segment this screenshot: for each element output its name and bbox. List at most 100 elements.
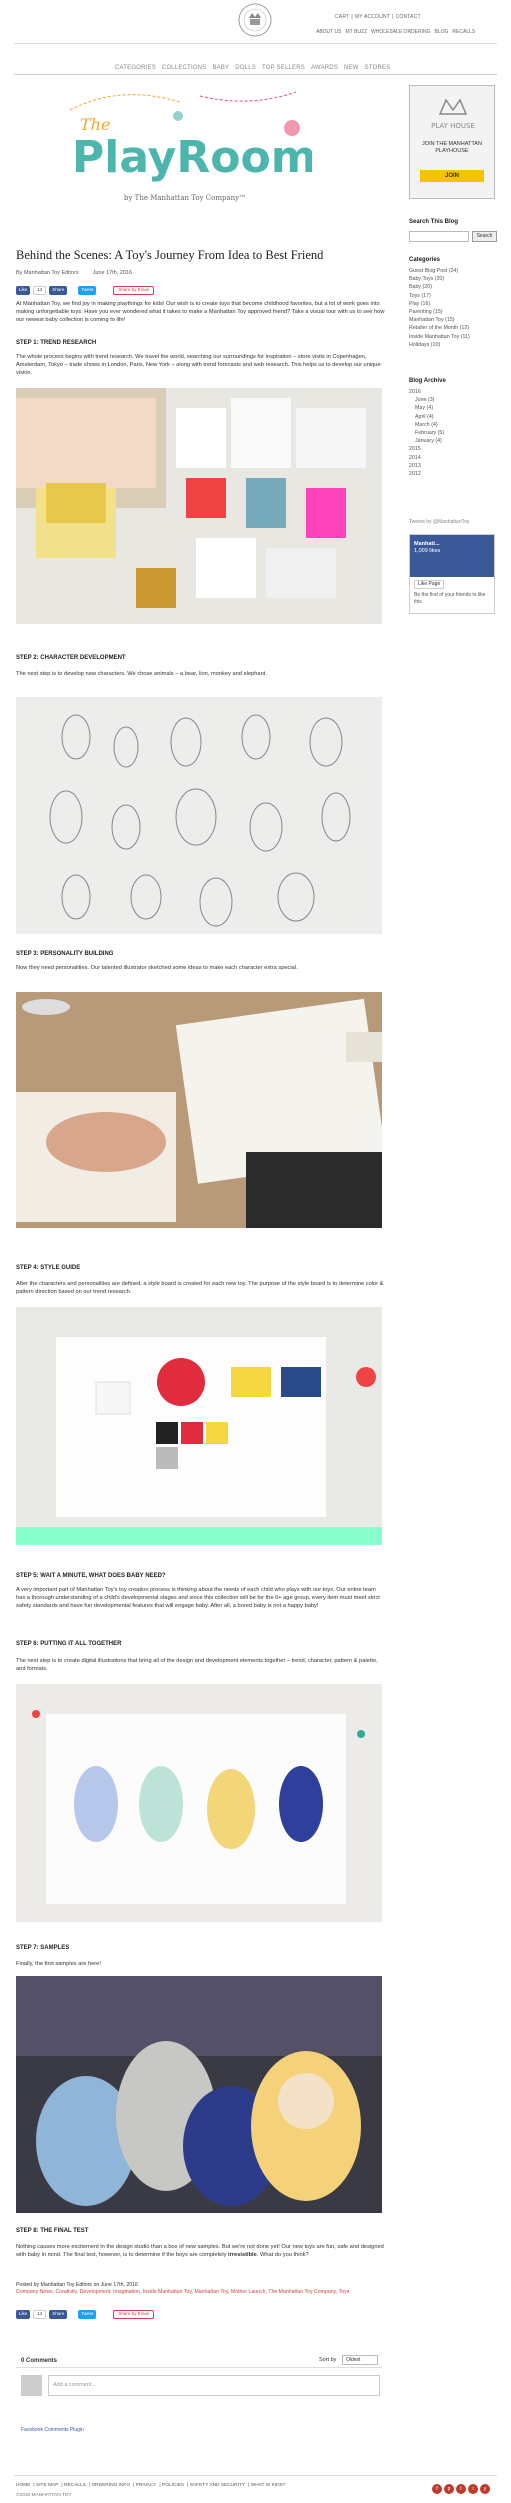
blog-search-input[interactable] [409, 231, 469, 242]
bottom-share-bar: Like 14 Share Tweet Share by Email [16, 2309, 154, 2320]
nav-dolls[interactable]: DOLLS [235, 65, 256, 71]
nav-collections[interactable]: COLLECTIONS [162, 65, 207, 71]
footer-sitemap[interactable]: SITE MAP [36, 2483, 58, 2488]
archive-year[interactable]: 2013 [409, 462, 444, 470]
pinterest-icon[interactable]: p [444, 2484, 454, 2494]
archive-year[interactable]: 2016 [409, 388, 444, 396]
nav-stores[interactable]: STORES [365, 65, 391, 71]
nav-categories[interactable]: CATEGORIES [115, 65, 156, 71]
categories-heading: Categories [409, 257, 441, 263]
playhouse-title: PLAY HOUSE [431, 122, 475, 130]
archive-month[interactable]: June (3) [409, 396, 444, 404]
category-item[interactable]: Baby Toys (20) [409, 275, 470, 283]
join-button[interactable]: JOIN [420, 170, 484, 182]
fb-like-button[interactable]: Like [16, 286, 31, 295]
instagram-icon[interactable]: i [468, 2484, 478, 2494]
about-link[interactable]: ABOUT US [316, 29, 341, 35]
digital-illustrations-photo [16, 1684, 382, 1922]
main-nav: CATEGORIES COLLECTIONS BABY DOLLS TOP SELLER… [112, 64, 393, 72]
post-date: June 17th, 2016 [92, 270, 133, 276]
wholesale-link[interactable]: WHOLESALE ORDERING [371, 29, 430, 35]
step2-heading: STEP 2: CHARACTER DEVELOPMENT [16, 655, 126, 661]
blog-link[interactable]: BLOG [435, 29, 449, 35]
social-links: f p t i y [432, 2484, 490, 2494]
irresistible-text: irresistible [228, 2251, 257, 2258]
recalls-link[interactable]: RECALLS [452, 29, 475, 35]
step7-text: Finally, the first samples are here! [16, 1961, 101, 1967]
playroom-blog-logo[interactable]: The PlayRoom by The Manhattan Toy Compan… [60, 88, 317, 208]
tweet-button-bottom[interactable]: Tweet [78, 2310, 97, 2319]
mtbuzz-link[interactable]: MT BUZZ [345, 29, 367, 35]
nav-top-sellers[interactable]: TOP SELLERS [262, 65, 305, 71]
categories-list: Guest Blog Post (24) Baby Toys (20) Baby… [409, 267, 470, 349]
cart-link[interactable]: CART [335, 14, 349, 20]
step6-text: The next step is to create digital illus… [16, 1658, 378, 1672]
footer-divider [14, 2475, 497, 2476]
comment-input[interactable]: Add a comment... [48, 2375, 380, 2396]
avatar [21, 2375, 42, 2396]
post-meta: By Manhattan Toy Editors June 17th, 2016 [16, 270, 146, 277]
category-item[interactable]: Guest Blog Post (24) [409, 267, 470, 275]
footer-recalls[interactable]: RECALLS [64, 2483, 86, 2488]
character-sketches-photo [16, 697, 382, 934]
footer-privacy[interactable]: PRIVACY [136, 2483, 157, 2488]
nav-baby[interactable]: BABY [212, 65, 229, 71]
tweet-button[interactable]: Tweet [78, 286, 97, 295]
fb-share-button-bottom[interactable]: Share [49, 2310, 68, 2319]
archive-year[interactable]: 2015 [409, 445, 444, 453]
fb-comments-plugin-link[interactable]: Facebook Comments Plugin [21, 2427, 84, 2434]
archive-month[interactable]: February (5) [409, 429, 444, 437]
footer-home[interactable]: HOME [16, 2483, 30, 2488]
youtube-icon[interactable]: y [480, 2484, 490, 2494]
archive-month[interactable]: January (4) [409, 437, 444, 445]
category-item[interactable]: Play (16) [409, 300, 470, 308]
archive-month[interactable]: May (4) [409, 404, 444, 412]
share-email-button[interactable]: Share by Email [113, 286, 154, 295]
category-item[interactable]: Retailer of the Month (12) [409, 324, 470, 332]
footer-ordering[interactable]: ORDERING INFO [91, 2483, 130, 2488]
fb-like-page-button[interactable]: Like Page [414, 580, 445, 589]
archive-year[interactable]: 2012 [409, 470, 444, 478]
fb-friends-text: Be the first of your friends to like thi… [414, 591, 486, 605]
category-item[interactable]: Toys (17) [409, 292, 470, 300]
fb-page-name[interactable]: Manhatt... [414, 541, 490, 548]
facebook-icon[interactable]: f [432, 2484, 442, 2494]
category-item[interactable]: Manhattan Toy (15) [409, 316, 470, 324]
playroom-subtitle: by The Manhattan Toy Company™ [124, 194, 246, 202]
fb-share-button[interactable]: Share [49, 286, 68, 295]
sort-label: Sort by [319, 2357, 337, 2363]
nav-awards[interactable]: AWARDS [311, 65, 338, 71]
tweets-link[interactable]: Tweets by @ManhattanToy [409, 519, 469, 526]
category-item[interactable]: Baby (20) [409, 283, 470, 291]
post-intro: At Manhattan Toy, we find joy in making … [16, 301, 385, 323]
fb-like-button-bottom[interactable]: Like [16, 2310, 31, 2319]
archive-year[interactable]: 2014 [409, 454, 444, 462]
post-tags[interactable]: Company News, Creativity, Development, I… [16, 2289, 386, 2296]
contact-link[interactable]: CONTACT [396, 14, 421, 20]
manhattan-toy-logo[interactable] [233, 2, 277, 42]
post-author[interactable]: By Manhattan Toy Editors [16, 270, 79, 276]
my-account-link[interactable]: MY ACCOUNT [355, 14, 390, 20]
archive-month[interactable]: April (4) [409, 413, 444, 421]
archive-month[interactable]: March (4) [409, 421, 444, 429]
footer-safety[interactable]: SAFETY AND SECURITY [190, 2483, 245, 2488]
category-item[interactable]: Holidays (10) [409, 341, 470, 349]
step6-heading: STEP 6: PUTTING IT ALL TOGETHER [16, 1641, 122, 1647]
category-item[interactable]: Parenting (15) [409, 308, 470, 316]
nav-new[interactable]: NEW [344, 65, 359, 71]
share-email-button-bottom[interactable]: Share by Email [113, 2310, 154, 2319]
blog-search-button[interactable]: Search [472, 231, 497, 242]
footer-kids[interactable]: WHAT IS KIDS? [251, 2483, 286, 2488]
post-title: Behind the Scenes: A Toy's Journey From … [16, 248, 324, 262]
category-item[interactable]: Inside Manhattan Toy (11) [409, 333, 470, 341]
fb-page-likes: 1,009 likes [414, 548, 441, 555]
playroom-title-text: PlayRoom [72, 132, 312, 183]
sort-select[interactable]: Oldest [342, 2355, 378, 2365]
trend-research-photo [16, 388, 382, 624]
twitter-icon[interactable]: t [456, 2484, 466, 2494]
samples-photo [16, 1976, 382, 2213]
playhouse-join-text: JOIN THE MANHATTAN PLAYHOUSE [422, 141, 482, 155]
search-heading: Search This Blog [409, 219, 459, 225]
fb-like-count: 14 [33, 286, 47, 295]
footer-policies[interactable]: POLICIES [162, 2483, 184, 2488]
